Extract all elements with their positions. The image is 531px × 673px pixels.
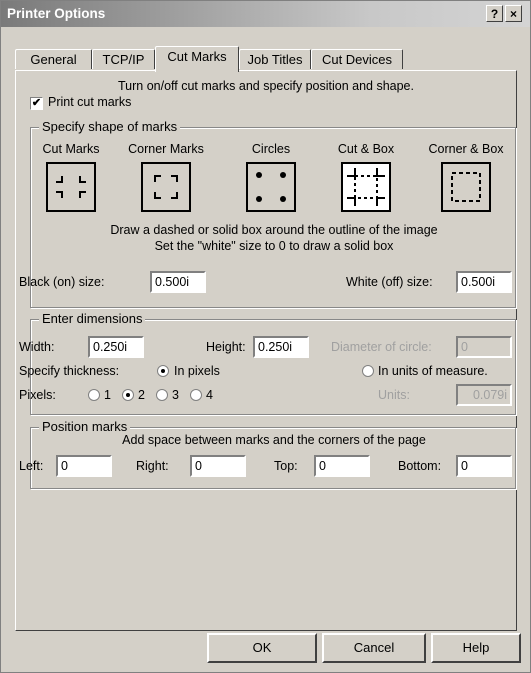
bottom-margin-input[interactable]: 0 xyxy=(456,455,512,477)
black-size-label: Black (on) size: xyxy=(19,275,105,289)
left-margin-input[interactable]: 0 xyxy=(56,455,112,477)
title-bar: Printer Options ? × xyxy=(1,1,530,27)
right-margin-input[interactable]: 0 xyxy=(190,455,246,477)
help-button[interactable]: Help xyxy=(431,633,521,663)
cancel-button[interactable]: Cancel xyxy=(322,633,426,663)
tab-tcp-ip[interactable]: TCP/IP xyxy=(92,49,155,69)
print-cut-marks-checkbox[interactable]: ✔ xyxy=(30,97,43,110)
pixel-option-1-label: 1 xyxy=(104,388,111,402)
pixels-label: Pixels: xyxy=(19,388,56,402)
window-title: Printer Options xyxy=(7,6,106,21)
printer-options-dialog: Printer Options ? × General TCP/IP Cut M… xyxy=(0,0,531,673)
shape-group-legend: Specify shape of marks xyxy=(39,119,181,134)
corner-marks-icon xyxy=(154,175,178,199)
print-cut-marks-label: Print cut marks xyxy=(48,95,132,109)
right-margin-label: Right: xyxy=(136,459,169,473)
corner-and-box-icon xyxy=(451,172,481,202)
pixel-radio-2[interactable] xyxy=(122,389,134,401)
diameter-label: Diameter of circle: xyxy=(331,340,432,354)
solid-box-note: Set the "white" size to 0 to draw a soli… xyxy=(154,239,394,253)
diameter-input[interactable]: 0 xyxy=(456,336,512,358)
units-input[interactable]: 0.079i xyxy=(456,384,512,406)
black-size-input[interactable]: 0.500i xyxy=(150,271,206,293)
height-input[interactable]: 0.250i xyxy=(253,336,309,358)
in-pixels-label: In pixels xyxy=(174,364,220,378)
cut-and-box-shape-button[interactable] xyxy=(341,162,391,212)
dashed-box-note: Draw a dashed or solid box around the ou… xyxy=(110,223,438,237)
shape-option-cut-marks-label: Cut Marks xyxy=(42,142,100,156)
top-margin-input[interactable]: 0 xyxy=(314,455,370,477)
pixel-radio-4[interactable] xyxy=(190,389,202,401)
tab-general[interactable]: General xyxy=(15,49,92,69)
cut-marks-shape-button[interactable] xyxy=(46,162,96,212)
shape-option-cut-box-label: Cut & Box xyxy=(337,142,395,156)
left-margin-label: Left: xyxy=(19,459,44,473)
close-icon[interactable]: × xyxy=(505,5,522,22)
dimensions-group-legend: Enter dimensions xyxy=(39,311,146,326)
pixel-radio-3[interactable] xyxy=(156,389,168,401)
help-icon[interactable]: ? xyxy=(486,5,503,22)
bottom-margin-label: Bottom: xyxy=(398,459,442,473)
thickness-label: Specify thickness: xyxy=(19,364,120,378)
dimensions-group: Enter dimensions Width: 0.250i Height: 0… xyxy=(19,311,516,415)
ok-button[interactable]: OK xyxy=(207,633,317,663)
units-label: Units: xyxy=(378,388,410,402)
in-units-label: In units of measure. xyxy=(378,364,488,378)
top-margin-label: Top: xyxy=(274,459,298,473)
pixel-option-2-label: 2 xyxy=(138,388,145,402)
tab-cut-marks[interactable]: Cut Marks xyxy=(155,46,239,72)
pixel-radio-1[interactable] xyxy=(88,389,100,401)
cut-and-box-icon xyxy=(347,168,385,206)
height-label: Height: xyxy=(206,340,246,354)
circles-icon xyxy=(256,172,286,202)
width-label: Width: xyxy=(19,340,55,354)
position-group: Position marks Add space between marks a… xyxy=(19,419,516,489)
tab-cut-devices[interactable]: Cut Devices xyxy=(311,49,403,69)
circles-shape-button[interactable] xyxy=(246,162,296,212)
cut-marks-icon xyxy=(56,176,86,198)
position-note: Add space between marks and the corners … xyxy=(122,433,426,447)
white-size-input[interactable]: 0.500i xyxy=(456,271,512,293)
pixel-option-3-label: 3 xyxy=(172,388,179,402)
shape-option-circles-label: Circles xyxy=(251,142,291,156)
corner-marks-shape-button[interactable] xyxy=(141,162,191,212)
in-units-radio[interactable] xyxy=(362,365,374,377)
shape-group: Specify shape of marks Cut Marks Corner … xyxy=(19,119,516,308)
shape-option-corner-box-label: Corner & Box xyxy=(428,142,504,156)
tab-job-titles[interactable]: Job Titles xyxy=(239,49,311,69)
corner-and-box-shape-button[interactable] xyxy=(441,162,491,212)
intro-text: Turn on/off cut marks and specify positi… xyxy=(117,79,414,93)
pixel-option-4-label: 4 xyxy=(206,388,213,402)
shape-option-corner-marks-label: Corner Marks xyxy=(128,142,204,156)
cut-marks-panel: Turn on/off cut marks and specify positi… xyxy=(15,70,517,631)
position-group-legend: Position marks xyxy=(39,419,131,434)
white-size-label: White (off) size: xyxy=(346,275,433,289)
in-pixels-radio[interactable] xyxy=(157,365,169,377)
width-input[interactable]: 0.250i xyxy=(88,336,144,358)
